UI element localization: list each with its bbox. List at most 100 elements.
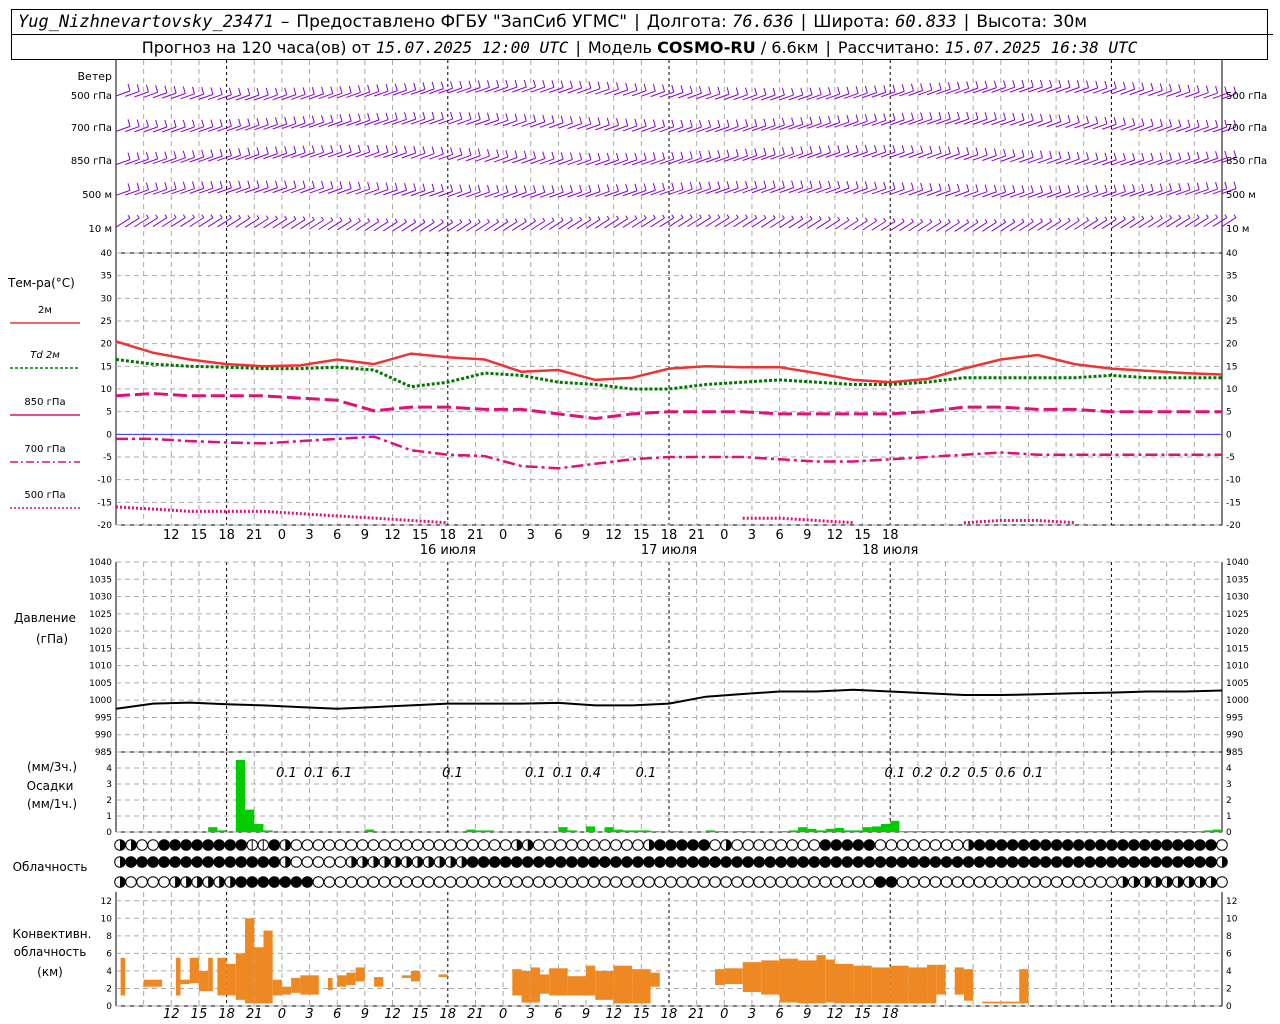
- wind-barb-flag: [330, 114, 334, 122]
- temp-tick-right: 40: [1226, 249, 1238, 259]
- wind-barb: [207, 155, 223, 162]
- cloud-symbol: [136, 876, 148, 888]
- wind-barb: [576, 219, 592, 230]
- cloud-symbol: [643, 856, 655, 868]
- conv-bar: [189, 957, 199, 984]
- cloud-symbol: [323, 839, 336, 851]
- conv-bar: [1019, 969, 1029, 1004]
- time-tick-label: 3: [305, 528, 313, 543]
- time-tick-label: 12: [827, 528, 844, 543]
- wind-barb-flag: [1095, 152, 1099, 160]
- conv-bar: [438, 974, 448, 978]
- wind-barb-flag: [136, 84, 140, 92]
- cloud-symbol: [191, 856, 203, 868]
- cloud-symbol: [510, 856, 523, 868]
- wind-barb-flag: [1187, 182, 1191, 190]
- wind-barb-flag: [671, 84, 675, 93]
- wind-barb-flag: [228, 214, 232, 219]
- cloud-symbol: [918, 876, 931, 888]
- wind-barb-flag: [1039, 185, 1043, 193]
- wind-barb-flag: [339, 144, 343, 153]
- cloud-symbol: [731, 876, 743, 888]
- wind-barb-flag: [514, 150, 518, 158]
- wind-barb-flag: [1095, 116, 1099, 124]
- wind-barb: [1092, 219, 1108, 230]
- cloud-symbol: [874, 856, 887, 868]
- temp-tick-left: -5: [103, 453, 112, 463]
- wind-barb-flag: [597, 117, 601, 125]
- cloud-symbol: [731, 839, 743, 851]
- wind-barb-flag: [957, 81, 960, 89]
- wind-barb-flag: [514, 218, 518, 222]
- precip-bar: [1083, 831, 1093, 832]
- cloud-symbol: [389, 839, 402, 851]
- cloud-symbol: [1028, 839, 1041, 851]
- wind-barb-flag: [1049, 150, 1053, 159]
- precip-tick-left: 3: [106, 780, 112, 790]
- wind-barb-flag: [496, 185, 500, 193]
- wind-barb-flag: [339, 86, 343, 94]
- wind-barb: [244, 153, 260, 160]
- wind-barb-flag: [745, 87, 748, 95]
- wind-barb-flag: [911, 218, 914, 223]
- conv-tick-left: 12: [101, 897, 112, 907]
- wind-barb-flag: [818, 145, 822, 153]
- conv-bar: [982, 1001, 992, 1004]
- wind-barb-flag: [247, 147, 251, 155]
- cloud-symbol: [907, 856, 920, 868]
- wind-barb-flag: [1169, 214, 1172, 219]
- cloud-symbol: [940, 876, 953, 888]
- wind-barb-flag: [689, 151, 693, 159]
- wind-barb-flag: [588, 116, 592, 125]
- wind-barb-flag: [164, 182, 168, 190]
- wind-barb: [926, 89, 942, 96]
- temp-tick-right: 25: [1226, 317, 1237, 327]
- wind-barb-flag: [966, 147, 970, 155]
- cloud-symbol: [863, 876, 876, 888]
- cloud-symbol: [973, 839, 986, 851]
- wind-barb-flag: [256, 180, 260, 188]
- wind-barb-flag: [874, 144, 878, 153]
- temp-tick-right: -15: [1226, 498, 1241, 508]
- cloud-symbol: [566, 856, 578, 868]
- conv-bar: [1010, 1001, 1020, 1004]
- wind-barb-flag: [662, 84, 666, 92]
- wind-barb-flag: [579, 80, 583, 89]
- cloud-symbol: [356, 876, 369, 888]
- wind-barb-flag: [523, 218, 527, 222]
- precip-bar: [880, 824, 891, 832]
- wind-barb-flag: [1086, 115, 1090, 124]
- cloud-symbol: [1039, 856, 1052, 868]
- time-tick-label: 0: [499, 528, 507, 543]
- conv-bar: [217, 957, 227, 996]
- wind-barb-flag: [348, 144, 352, 153]
- cloud-symbol: [246, 856, 259, 868]
- wind-barb-flag: [127, 152, 131, 160]
- conv-bar: [761, 960, 780, 995]
- wind-barb-flag: [910, 83, 914, 92]
- cloud-symbol: [1028, 856, 1041, 868]
- cloud-symbol: [918, 839, 931, 851]
- wind-barb-flag: [726, 149, 730, 157]
- cloud-symbol: [400, 876, 413, 888]
- wind-barb-flag: [1012, 80, 1016, 88]
- conv-time-tick-label: 15: [633, 1007, 650, 1022]
- cloud-symbol: [555, 839, 567, 851]
- wind-barb-flag: [284, 87, 288, 95]
- wind-barb-flag: [827, 145, 831, 153]
- cloud-symbol: [621, 856, 633, 868]
- wind-barb-flag: [735, 87, 739, 95]
- cloud-symbol: [521, 856, 534, 868]
- cloud-symbol: [962, 876, 975, 888]
- wind-barb-flag: [579, 184, 583, 193]
- wind-barb-flag: [1205, 151, 1209, 159]
- time-tick-label: 15: [633, 528, 650, 543]
- cloud-symbol: [973, 856, 986, 868]
- wind-barb: [908, 90, 923, 96]
- cloud-symbol: [213, 856, 225, 868]
- cloud-symbol: [235, 876, 248, 888]
- wind-barb-flag: [957, 219, 960, 223]
- conv-bar: [890, 965, 909, 1004]
- wind-barb-flag: [726, 214, 730, 218]
- wind-barb-flag: [450, 219, 453, 223]
